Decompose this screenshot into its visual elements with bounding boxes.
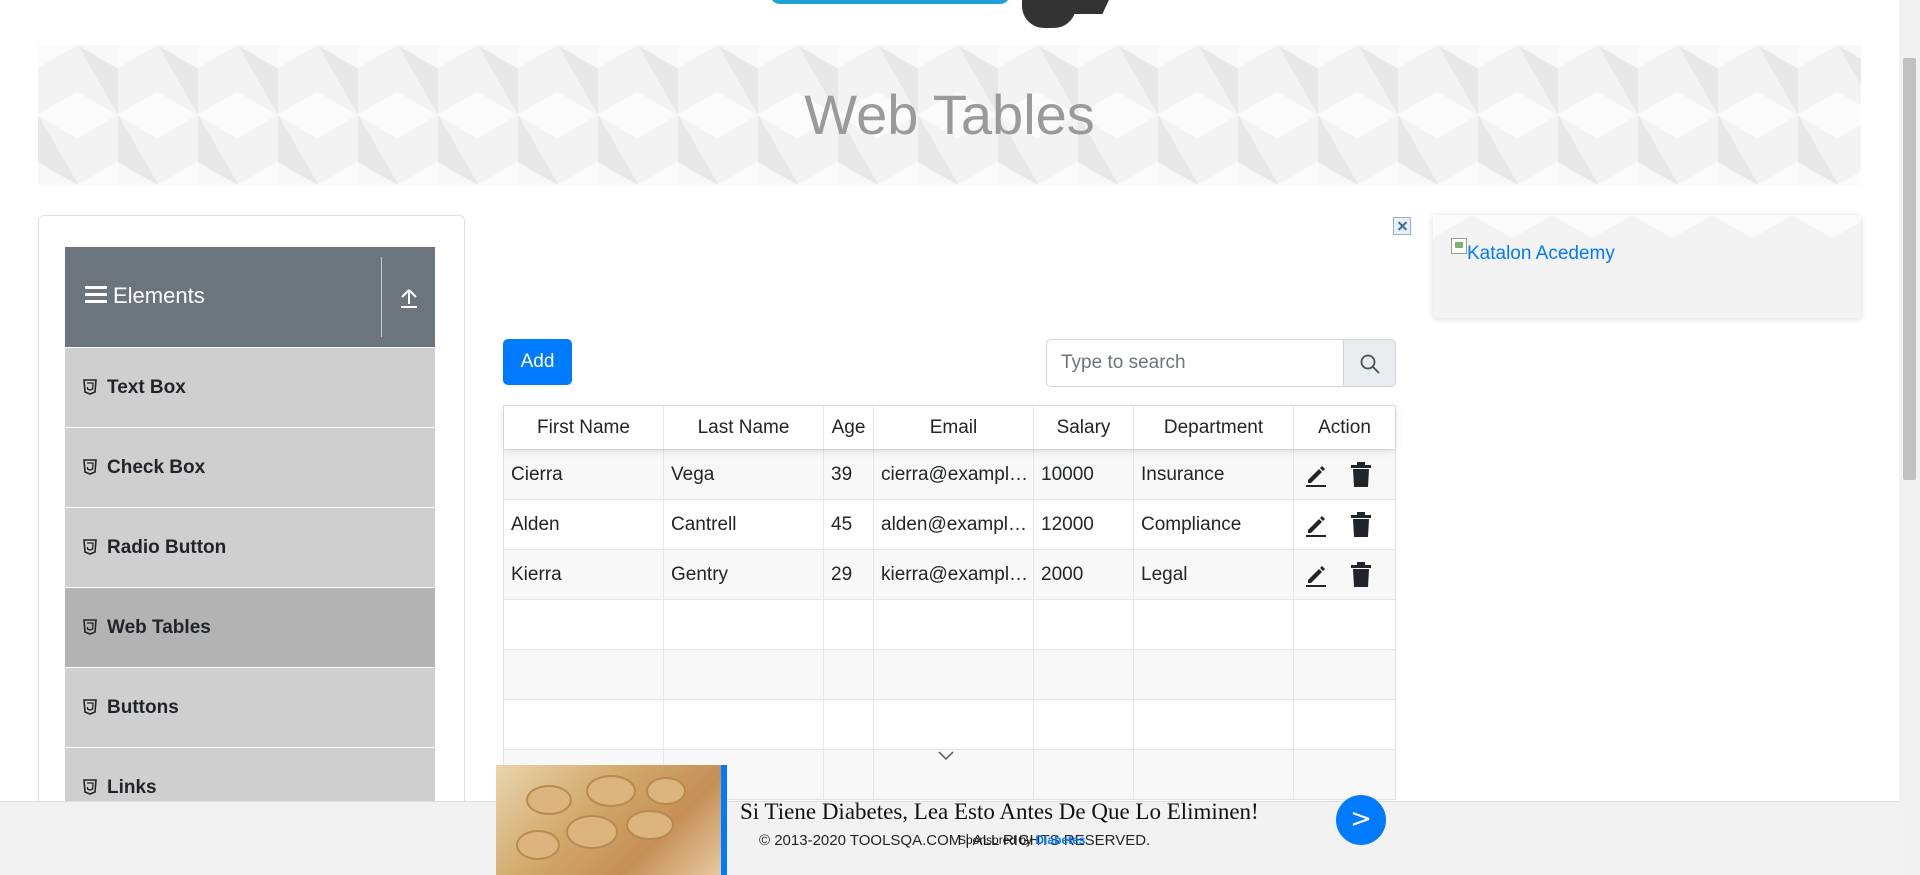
cell-first-name: Alden xyxy=(504,500,664,549)
web-table: First Name Last Name Age Email Salary De… xyxy=(503,405,1396,800)
sidebar-item-label: Buttons xyxy=(107,697,179,718)
column-header-salary[interactable]: Salary xyxy=(1034,406,1134,449)
html5-icon xyxy=(83,779,97,795)
column-header-age[interactable]: Age xyxy=(824,406,874,449)
search-box xyxy=(1046,339,1396,387)
sidebar-item-check-box[interactable]: Check Box xyxy=(65,428,435,508)
chevron-down-icon[interactable] xyxy=(937,749,955,761)
search-icon xyxy=(1360,354,1380,374)
html5-icon xyxy=(83,459,97,475)
html5-icon xyxy=(83,379,97,395)
cell-first-name: Kierra xyxy=(504,550,664,599)
html5-icon xyxy=(83,699,97,715)
side-ad[interactable]: Katalon Acedemy xyxy=(1433,215,1861,318)
table-row-empty xyxy=(504,599,1395,649)
sponsored-label: Sponsored by Diabetes xyxy=(958,833,1085,847)
sidebar-item-radio-button[interactable]: Radio Button xyxy=(65,508,435,588)
sidebar-item-label: Text Box xyxy=(107,377,186,398)
cell-salary: 10000 xyxy=(1034,450,1134,499)
ad-arrow-button[interactable]: > xyxy=(1336,795,1386,845)
cell-department: Legal xyxy=(1134,550,1294,599)
cell-first-name: Cierra xyxy=(504,450,664,499)
sidebar-item-text-box[interactable]: Text Box xyxy=(65,348,435,428)
cell-age: 29 xyxy=(824,550,874,599)
cell-email: cierra@example.com xyxy=(874,450,1034,499)
sidebar-panel: Elements Text Box Check Box Radio Button… xyxy=(38,215,465,875)
cell-email: kierra@example.com xyxy=(874,550,1034,599)
page-scrollbar[interactable] xyxy=(1899,0,1920,875)
column-header-last-name[interactable]: Last Name xyxy=(664,406,824,449)
broken-image-icon xyxy=(1451,238,1467,254)
edit-pencil-icon[interactable] xyxy=(1304,563,1328,587)
table-header: First Name Last Name Age Email Salary De… xyxy=(504,406,1395,449)
edit-pencil-icon[interactable] xyxy=(1304,513,1328,537)
html5-icon xyxy=(83,539,97,555)
ad-headline[interactable]: Si Tiene Diabetes, Lea Esto Antes De Que… xyxy=(740,799,1259,825)
sponsor-brand-link[interactable]: Diabetes xyxy=(1035,833,1085,847)
cell-last-name: Cantrell xyxy=(664,500,824,549)
cell-age: 39 xyxy=(824,450,874,499)
sidebar-item-label: Radio Button xyxy=(107,537,227,558)
table-row-empty xyxy=(504,699,1395,749)
page-banner: Web Tables xyxy=(38,45,1861,185)
search-input[interactable] xyxy=(1046,339,1344,387)
column-header-email[interactable]: Email xyxy=(874,406,1034,449)
search-button[interactable] xyxy=(1344,339,1396,387)
table-row: Alden Cantrell 45 alden@example.com 1200… xyxy=(504,499,1395,549)
katalon-ad-link[interactable]: Katalon Acedemy xyxy=(1467,243,1615,265)
toolsqa-logo[interactable] xyxy=(760,0,1160,32)
sidebar-item-buttons[interactable]: Buttons xyxy=(65,668,435,748)
sidebar-item-label: Check Box xyxy=(107,457,206,478)
sponsored-ad-banner[interactable]: Si Tiene Diabetes, Lea Esto Antes De Que… xyxy=(496,765,1388,875)
hamburger-icon xyxy=(85,286,107,304)
column-header-first-name[interactable]: First Name xyxy=(504,406,664,449)
table-row-empty xyxy=(504,649,1395,699)
add-record-button[interactable]: Add xyxy=(503,339,572,385)
sidebar-item-label: Links xyxy=(107,777,157,798)
sponsored-prefix: Sponsored by xyxy=(958,833,1036,847)
cell-action xyxy=(1294,500,1395,549)
html5-icon xyxy=(83,619,97,635)
close-ad-icon[interactable] xyxy=(1393,217,1411,235)
trash-icon[interactable] xyxy=(1350,512,1372,538)
cell-action xyxy=(1294,450,1395,499)
trash-icon[interactable] xyxy=(1350,562,1372,588)
cell-last-name: Gentry xyxy=(664,550,824,599)
column-header-department[interactable]: Department xyxy=(1134,406,1294,449)
cell-department: Insurance xyxy=(1134,450,1294,499)
cell-age: 45 xyxy=(824,500,874,549)
trash-icon[interactable] xyxy=(1350,462,1372,488)
header-divider xyxy=(381,257,382,337)
page-title: Web Tables xyxy=(804,83,1095,146)
cell-salary: 12000 xyxy=(1034,500,1134,549)
cell-last-name: Vega xyxy=(664,450,824,499)
table-row: Cierra Vega 39 cierra@example.com 10000 … xyxy=(504,449,1395,499)
sidebar-item-label: Web Tables xyxy=(107,617,211,638)
scrollbar-thumb[interactable] xyxy=(1903,58,1916,480)
cell-action xyxy=(1294,550,1395,599)
collapse-up-icon[interactable] xyxy=(399,287,419,309)
cell-department: Compliance xyxy=(1134,500,1294,549)
ad-accent-bar xyxy=(721,765,727,875)
table-row: Kierra Gentry 29 kierra@example.com 2000… xyxy=(504,549,1395,599)
cell-email: alden@example.com xyxy=(874,500,1034,549)
ad-photo-cashews[interactable] xyxy=(496,765,721,875)
sidebar-item-web-tables[interactable]: Web Tables xyxy=(65,588,435,668)
elements-group-header[interactable]: Elements xyxy=(65,247,435,347)
edit-pencil-icon[interactable] xyxy=(1304,463,1328,487)
elements-menu-list: Text Box Check Box Radio Button Web Tabl… xyxy=(65,348,435,828)
group-title: Elements xyxy=(113,283,205,308)
column-header-action: Action xyxy=(1318,417,1371,438)
cell-salary: 2000 xyxy=(1034,550,1134,599)
